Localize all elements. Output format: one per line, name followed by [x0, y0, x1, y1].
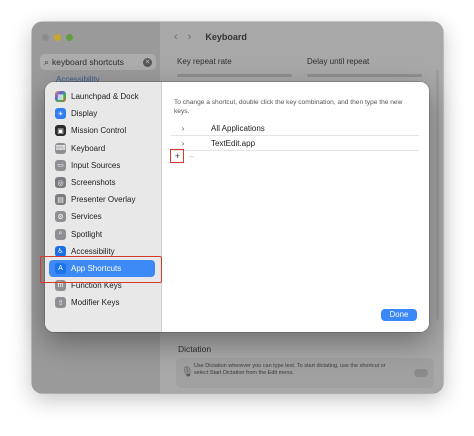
sidebar-item-label: Input Sources [71, 160, 121, 170]
sidebar-item-label: Services [71, 212, 102, 222]
spotlight-icon: ⌕ [55, 228, 66, 240]
instructions-text: To change a shortcut, double click the k… [174, 99, 403, 115]
sidebar-item-label: Accessibility [71, 246, 115, 256]
sidebar-item-input-sources[interactable]: ▭ Input Sources [49, 157, 155, 174]
dictation-description: Use Dictation wherever you can type text… [194, 363, 386, 376]
shortcuts-table: › All Applications › TextEdit.app + – [170, 121, 419, 165]
presenter-overlay-icon: ▤ [55, 194, 66, 206]
sidebar-item-launchpad-dock[interactable]: ▦ Launchpad & Dock [49, 88, 155, 105]
microphone-icon: 🎙 [181, 367, 194, 378]
keyboard-shortcuts-sheet: ▦ Launchpad & Dock ☀ Display ▣ Mission Contro… [45, 82, 429, 332]
back-chevron-icon[interactable]: ‹ [174, 31, 178, 43]
sidebar-item-spotlight[interactable]: ⌕ Spotlight [49, 226, 155, 243]
dictation-card: 🎙 Use Dictation wherever you can type te… [176, 358, 434, 388]
sidebar-item-modifier-keys[interactable]: ⇧ Modifier Keys [49, 294, 155, 311]
sidebar-item-presenter-overlay[interactable]: ▤ Presenter Overlay [49, 191, 155, 208]
sidebar-item-mission-control[interactable]: ▣ Mission Control [49, 122, 155, 139]
settings-search-field[interactable]: ⌕ keyboard shortcuts ✕ [40, 54, 156, 70]
shortcut-group-row[interactable]: › TextEdit.app [171, 136, 419, 151]
forward-chevron-icon[interactable]: › [188, 31, 192, 43]
minimize-window-button[interactable] [54, 34, 61, 41]
launchpad-icon: ▦ [55, 91, 66, 103]
services-icon: ⚙ [55, 211, 66, 223]
delay-until-repeat-label: Delay until repeat [307, 57, 370, 66]
add-remove-controls: + – [170, 149, 419, 165]
done-button[interactable]: Done [381, 309, 417, 321]
sidebar-item-screenshots[interactable]: ◎ Screenshots [49, 174, 155, 191]
dictation-toggle[interactable] [414, 369, 428, 377]
scrollbar[interactable] [436, 70, 439, 320]
shortcut-group-row[interactable]: › All Applications [171, 121, 419, 136]
input-sources-icon: ▭ [55, 159, 66, 171]
sidebar-item-label: Presenter Overlay [71, 195, 136, 205]
remove-shortcut-button[interactable]: – [189, 152, 193, 161]
screenshots-icon: ◎ [55, 177, 66, 189]
shortcuts-pane: To change a shortcut, double click the k… [162, 82, 429, 332]
display-icon: ☀ [55, 108, 66, 120]
zoom-window-button[interactable] [66, 34, 73, 41]
settings-header: ‹ › Keyboard [160, 22, 443, 52]
sidebar-item-label: Launchpad & Dock [71, 92, 139, 102]
dictation-section-title: Dictation [178, 344, 212, 354]
shortcut-group-name: TextEdit.app [211, 138, 256, 148]
search-icon: ⌕ [44, 56, 50, 67]
clear-search-icon[interactable]: ✕ [143, 57, 152, 67]
delay-until-repeat-slider[interactable] [307, 74, 422, 77]
keyboard-icon: ⌨ [55, 142, 66, 154]
disclosure-chevron-icon[interactable]: › [171, 139, 195, 148]
shortcut-categories-sidebar: ▦ Launchpad & Dock ☀ Display ▣ Mission Contro… [45, 82, 162, 332]
key-repeat-rate-label: Key repeat rate [177, 57, 232, 66]
sidebar-item-label: Screenshots [71, 178, 116, 188]
search-input-value: keyboard shortcuts [52, 57, 124, 67]
sidebar-item-label: Spotlight [71, 229, 103, 239]
sidebar-item-label: Display [71, 109, 98, 119]
sidebar-item-label: Modifier Keys [71, 298, 120, 308]
sidebar-item-display[interactable]: ☀ Display [49, 105, 155, 122]
window-controls [42, 34, 73, 41]
key-repeat-slider[interactable] [177, 74, 292, 77]
sidebar-item-services[interactable]: ⚙ Services [49, 208, 155, 225]
sidebar-item-label: Keyboard [71, 143, 106, 153]
app-shortcuts-highlight [40, 256, 162, 283]
pane-title: Keyboard [205, 32, 247, 42]
modifier-keys-icon: ⇧ [55, 297, 66, 309]
close-window-button[interactable] [42, 34, 49, 41]
mission-control-icon: ▣ [55, 125, 66, 137]
disclosure-chevron-icon[interactable]: › [171, 124, 195, 133]
add-shortcut-button[interactable]: + [173, 152, 182, 161]
sidebar-item-label: Mission Control [71, 126, 127, 136]
sidebar-item-keyboard[interactable]: ⌨ Keyboard [49, 140, 155, 157]
shortcut-group-name: All Applications [211, 123, 265, 133]
